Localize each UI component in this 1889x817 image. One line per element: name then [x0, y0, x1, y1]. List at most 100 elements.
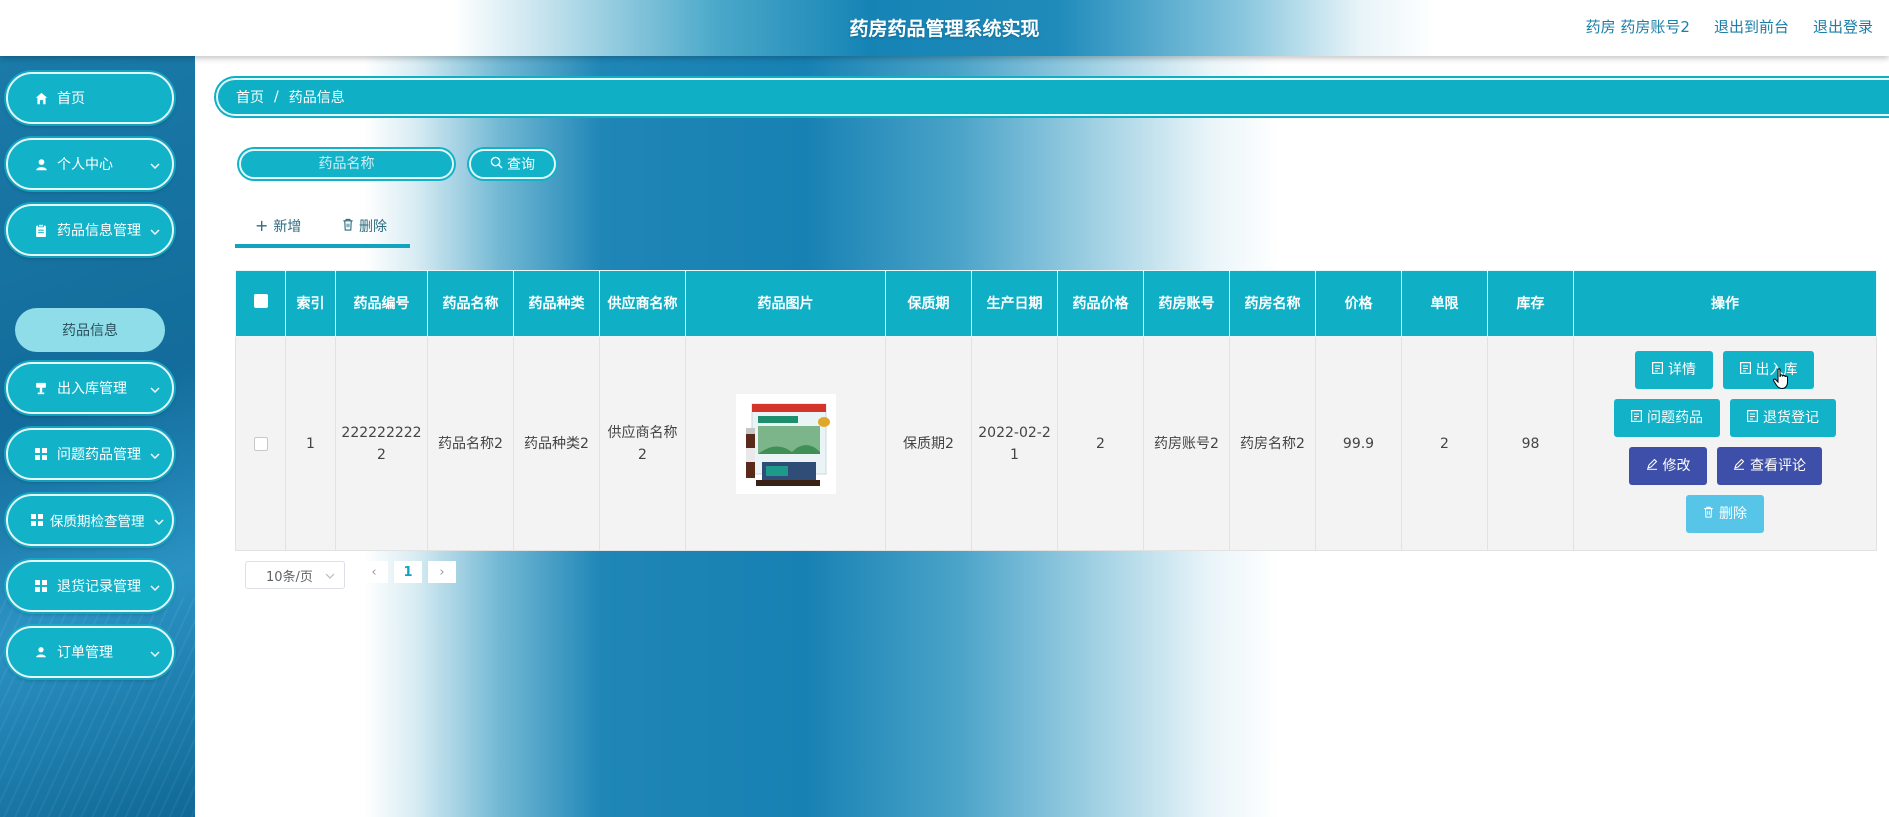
chevron-down-icon [150, 225, 160, 241]
grid-icon [34, 579, 48, 593]
select-all-cell[interactable] [235, 270, 286, 337]
sidebar: 首页 个人中心 药品信息管理 药品信息 出入库管理 问题药品管理 保质期检查管理… [0, 56, 195, 817]
view-reviews-button-label: 查看评论 [1750, 458, 1806, 474]
add-button[interactable]: + 新增 [255, 216, 301, 236]
delete-button-label: 删除 [359, 219, 387, 235]
edit-button[interactable]: 修改 [1629, 447, 1707, 485]
view-reviews-button[interactable]: 查看评论 [1717, 447, 1822, 485]
sidebar-item-problem-drug-management[interactable]: 问题药品管理 [6, 428, 174, 480]
document-icon [1652, 359, 1664, 381]
column-header: 索引 [285, 270, 336, 337]
drink-icon [34, 381, 48, 395]
cell-code: 2222222222 [335, 336, 428, 551]
inout-stock-button[interactable]: 出入库 [1723, 351, 1814, 389]
pagination: ‹ 1 › [360, 561, 456, 583]
edit-icon [1646, 455, 1658, 477]
page-number-button[interactable]: 1 [394, 561, 422, 583]
cell-shelf-life: 保质期2 [885, 336, 972, 551]
trash-icon [342, 218, 354, 235]
column-header: 单限 [1401, 270, 1488, 337]
sidebar-item-label: 药品信息管理 [57, 223, 141, 239]
page-size-value: 10条/页 [266, 569, 313, 585]
add-button-label: 新增 [273, 219, 302, 235]
drug-image[interactable] [735, 393, 836, 494]
problem-drug-button-label: 问题药品 [1647, 410, 1703, 426]
sidebar-item-label: 问题药品管理 [57, 447, 141, 463]
breadcrumb-home[interactable]: 首页 [236, 87, 264, 107]
column-header: 药房名称 [1229, 270, 1316, 337]
cell-drug-price: 2 [1057, 336, 1144, 551]
sidebar-item-label: 首页 [57, 91, 85, 107]
table-row: 1 2222222222 药品名称2 药品种类2 供应商名称2 保质期2 202… [235, 336, 1877, 551]
column-header: 保质期 [885, 270, 972, 337]
sidebar-item-label: 个人中心 [57, 157, 113, 173]
chevron-down-icon [154, 515, 164, 531]
back-to-frontend-link[interactable]: 退出到前台 [1714, 16, 1789, 37]
page-size-select[interactable]: 10条/页 [245, 561, 345, 589]
document-icon [1739, 359, 1751, 381]
document-icon [1747, 407, 1759, 429]
row-delete-button[interactable]: 删除 [1686, 495, 1764, 533]
document-icon [1631, 407, 1643, 429]
detail-button-label: 详情 [1668, 362, 1696, 378]
home-icon [34, 91, 48, 105]
column-header: 供应商名称 [599, 270, 686, 337]
submenu-item-drug-info[interactable]: 药品信息 [15, 308, 165, 352]
sidebar-item-shelf-life-check-management[interactable]: 保质期检查管理 [6, 494, 174, 546]
chevron-down-icon [150, 383, 160, 399]
user-icon [34, 157, 48, 171]
logout-link[interactable]: 退出登录 [1813, 16, 1873, 37]
column-header: 库存 [1487, 270, 1574, 337]
breadcrumb: 首页 / 药品信息 [218, 80, 1889, 114]
table-toolbar: + 新增 删除 [235, 214, 410, 248]
chevron-down-icon [325, 570, 335, 585]
detail-button[interactable]: 详情 [1635, 351, 1713, 389]
return-register-button[interactable]: 退货登记 [1730, 399, 1836, 437]
drug-info-table: 索引 药品编号 药品名称 药品种类 供应商名称 药品图片 保质期 生产日期 药品… [235, 270, 1877, 551]
search-button[interactable]: 查询 [469, 149, 556, 179]
user-icon [34, 645, 48, 659]
sidebar-item-label: 保质期检查管理 [50, 514, 145, 530]
top-header: 药房药品管理系统实现 药房 药房账号2 退出到前台 退出登录 [0, 0, 1889, 56]
trash-icon [1703, 503, 1714, 525]
cell-category: 药品种类2 [513, 336, 600, 551]
breadcrumb-current: 药品信息 [288, 90, 345, 106]
sidebar-item-return-record-management[interactable]: 退货记录管理 [6, 560, 174, 612]
sidebar-item-drug-info-management[interactable]: 药品信息管理 [6, 204, 174, 256]
sidebar-item-personal-center[interactable]: 个人中心 [6, 138, 174, 190]
cell-production-date: 2022-02-21 [971, 336, 1058, 551]
prev-page-button[interactable]: ‹ [360, 561, 388, 583]
plus-icon: + [255, 216, 269, 235]
header-links: 药房 药房账号2 退出到前台 退出登录 [1586, 16, 1873, 37]
column-header: 生产日期 [971, 270, 1058, 337]
column-header: 药品编号 [335, 270, 428, 337]
chevron-down-icon [150, 647, 160, 663]
sidebar-item-label: 订单管理 [57, 645, 113, 661]
chevron-down-icon [150, 449, 160, 465]
sidebar-item-inout-management[interactable]: 出入库管理 [6, 362, 174, 414]
clipboard-icon [34, 223, 48, 237]
breadcrumb-separator: / [274, 89, 279, 105]
cell-name: 药品名称2 [427, 336, 514, 551]
search-button-label: 查询 [507, 157, 535, 173]
next-page-button[interactable]: › [428, 561, 456, 583]
edit-button-label: 修改 [1662, 458, 1691, 474]
row-delete-button-label: 删除 [1719, 506, 1747, 522]
select-all-checkbox[interactable] [253, 293, 268, 308]
problem-drug-button[interactable]: 问题药品 [1614, 399, 1720, 437]
drug-name-search-input[interactable] [239, 149, 454, 179]
hand-cursor-icon [1772, 368, 1790, 394]
sidebar-item-order-management[interactable]: 订单管理 [6, 626, 174, 678]
cell-limit: 2 [1401, 336, 1488, 551]
cell-drug-image [685, 336, 886, 551]
row-select-cell[interactable] [235, 336, 286, 551]
row-checkbox[interactable] [253, 436, 268, 451]
batch-delete-button[interactable]: 删除 [342, 216, 387, 236]
sidebar-item-label: 出入库管理 [57, 381, 127, 397]
cell-pharmacy-name: 药房名称2 [1229, 336, 1316, 551]
current-user-label[interactable]: 药房 药房账号2 [1586, 16, 1690, 37]
cell-actions: 详情 出入库 问题药品 退货登记 修改 查看评论 删除 [1573, 336, 1877, 551]
table-header-row: 索引 药品编号 药品名称 药品种类 供应商名称 药品图片 保质期 生产日期 药品… [235, 270, 1877, 337]
sidebar-item-home[interactable]: 首页 [6, 72, 174, 124]
column-header: 药品价格 [1057, 270, 1144, 337]
